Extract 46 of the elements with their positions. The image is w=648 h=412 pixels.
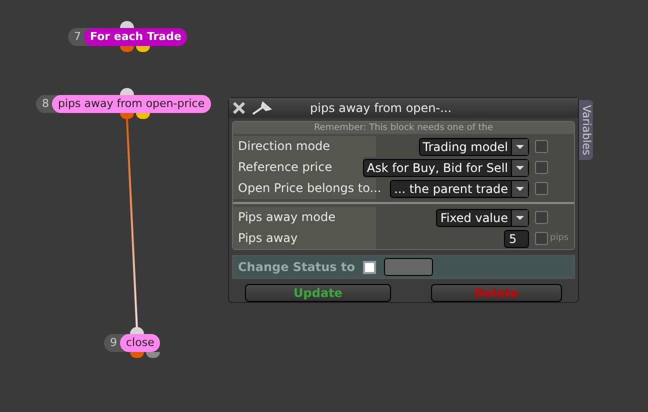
- caret-icon: [511, 160, 528, 176]
- field-label: Pips away: [233, 228, 376, 250]
- status-color-field[interactable]: [384, 258, 433, 276]
- node-block[interactable]: 9 close: [104, 334, 160, 352]
- checkbox[interactable]: [535, 140, 548, 154]
- field-label: Reference price: [233, 157, 363, 178]
- notice-text: Remember: This block needs one of the: [314, 122, 494, 134]
- caret-icon: [511, 180, 528, 197]
- node-label: close: [120, 334, 160, 352]
- number-field[interactable]: 5: [504, 230, 529, 248]
- checkbox[interactable]: [535, 211, 548, 224]
- pushpin-icon[interactable]: [250, 100, 274, 116]
- node-block[interactable]: 7 For each Trade: [68, 28, 188, 46]
- close-icon[interactable]: [232, 101, 246, 116]
- node-number: 9: [110, 334, 118, 351]
- checkbox[interactable]: [535, 232, 548, 246]
- window-title: pips away from open-...: [310, 100, 452, 118]
- output-port-icon[interactable]: [136, 113, 150, 119]
- field-label: Direction mode: [233, 136, 376, 158]
- node-label: pips away from open-price: [52, 95, 211, 113]
- dropdown[interactable]: Fixed value: [436, 208, 529, 227]
- output-port-icon[interactable]: [130, 352, 144, 358]
- output-port-icon[interactable]: [146, 352, 160, 358]
- output-port-icon[interactable]: [120, 113, 134, 119]
- output-port-icon[interactable]: [136, 46, 150, 52]
- field-label: Pips away mode: [233, 207, 376, 228]
- unit-label: pips: [550, 232, 569, 245]
- checkbox[interactable]: [535, 182, 548, 196]
- dialog-button[interactable]: Update: [245, 284, 391, 302]
- checkbox[interactable]: [362, 260, 376, 274]
- input-port-icon[interactable]: [130, 327, 144, 334]
- dropdown[interactable]: ... the parent trade: [390, 180, 529, 198]
- input-port-icon[interactable]: [120, 21, 134, 28]
- output-port-icon[interactable]: [120, 46, 134, 52]
- node-block[interactable]: 8 pips away from open-price: [36, 95, 211, 113]
- node-label: For each Trade: [84, 28, 188, 46]
- status-label: Change Status to: [238, 259, 355, 276]
- input-port-icon[interactable]: [120, 88, 134, 95]
- dropdown[interactable]: Trading model: [418, 138, 529, 156]
- checkbox[interactable]: [535, 161, 548, 174]
- dropdown[interactable]: Ask for Buy, Bid for Sell: [362, 158, 529, 177]
- caret-icon: [511, 138, 528, 155]
- side-tab[interactable]: Variables: [578, 100, 593, 160]
- caret-icon: [511, 210, 528, 226]
- node-number: 7: [74, 28, 82, 45]
- node-number: 8: [42, 96, 50, 112]
